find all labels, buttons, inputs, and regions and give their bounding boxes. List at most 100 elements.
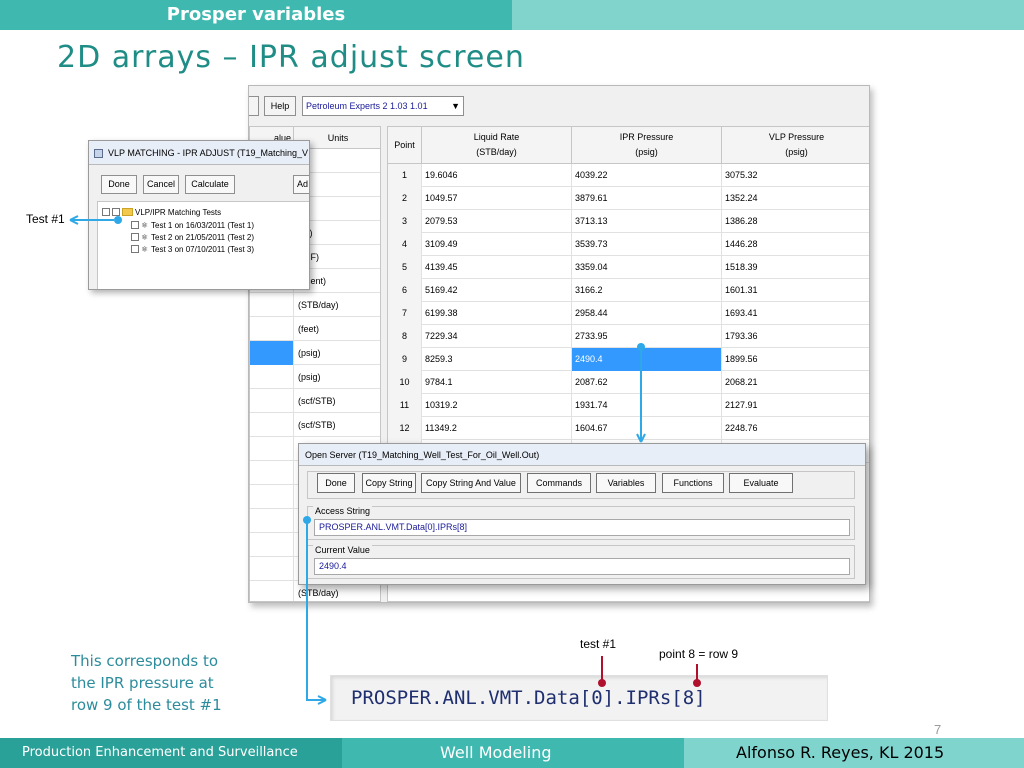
- point-cell[interactable]: 11: [388, 394, 422, 417]
- ipr-pressure-cell[interactable]: 1931.74: [572, 394, 722, 417]
- liquid-rate-cell[interactable]: 19.6046: [422, 164, 572, 187]
- vlp-pressure-cell[interactable]: 1793.36: [722, 325, 869, 348]
- point-cell[interactable]: 7: [388, 302, 422, 325]
- table-row[interactable]: 9 8259.3 2490.4 1899.56: [388, 348, 869, 371]
- vlp-pressure-cell[interactable]: 2068.21: [722, 371, 869, 394]
- liquid-rate-cell[interactable]: 1049.57: [422, 187, 572, 210]
- liquid-rate-cell[interactable]: 6199.38: [422, 302, 572, 325]
- vlp-pressure-cell[interactable]: 2248.76: [722, 417, 869, 440]
- ipr-pressure-cell[interactable]: 2733.95: [572, 325, 722, 348]
- ipr-pressure-cell[interactable]: 3713.13: [572, 210, 722, 233]
- table-row[interactable]: 2019588.9-13278.14: [388, 601, 870, 602]
- value-cell[interactable]: [250, 509, 294, 533]
- vlp-pressure-cell[interactable]: 1899.56: [722, 348, 869, 371]
- point-cell[interactable]: 10: [388, 371, 422, 394]
- point-cell[interactable]: 3: [388, 210, 422, 233]
- left-grid-row[interactable]: (psig): [250, 365, 380, 389]
- left-grid-row[interactable]: (STB/day): [250, 293, 380, 317]
- table-row[interactable]: 6 5169.42 3166.2 1601.31: [388, 279, 869, 302]
- table-row[interactable]: 3 2079.53 3713.13 1386.28: [388, 210, 869, 233]
- table-row[interactable]: 12 11349.2 1604.67 2248.76: [388, 417, 869, 440]
- value-cell[interactable]: [250, 461, 294, 485]
- current-value-field[interactable]: 2490.4: [314, 558, 850, 575]
- point-cell[interactable]: 12: [388, 417, 422, 440]
- point-cell[interactable]: 4: [388, 233, 422, 256]
- ipr-pressure-cell[interactable]: 2490.4: [572, 348, 722, 371]
- value-cell[interactable]: [250, 413, 294, 437]
- vlp-pressure-cell[interactable]: 3278.14: [722, 601, 870, 602]
- version-select[interactable]: Petroleum Experts 2 1.03 1.01 ▼: [302, 96, 464, 116]
- ipr-pressure-cell[interactable]: 1604.67: [572, 417, 722, 440]
- point-cell[interactable]: 9: [388, 348, 422, 371]
- value-cell[interactable]: [250, 365, 294, 389]
- variables-button[interactable]: Variables: [596, 473, 656, 493]
- tree-item-test-3[interactable]: ⚛ Test 3 on 07/10/2011 (Test 3): [131, 244, 254, 255]
- vlp-pressure-cell[interactable]: 1352.24: [722, 187, 869, 210]
- vlp-pressure-cell[interactable]: 2127.91: [722, 394, 869, 417]
- table-row[interactable]: 4 3109.49 3539.73 1446.28: [388, 233, 869, 256]
- ipr-pressure-cell[interactable]: 4039.22: [572, 164, 722, 187]
- vlp-pressure-cell[interactable]: 1518.39: [722, 256, 869, 279]
- value-cell[interactable]: [250, 317, 294, 341]
- ipr-pressure-cell[interactable]: -1: [572, 601, 722, 602]
- ipr-pressure-cell[interactable]: 3166.2: [572, 279, 722, 302]
- liquid-rate-cell[interactable]: 5169.42: [422, 279, 572, 302]
- copy-string-button[interactable]: Copy String: [362, 473, 416, 493]
- left-grid-row[interactable]: (scf/STB): [250, 389, 380, 413]
- vlp-pressure-cell[interactable]: 1601.31: [722, 279, 869, 302]
- liquid-rate-cell[interactable]: 3109.49: [422, 233, 572, 256]
- value-cell[interactable]: [250, 533, 294, 557]
- liquid-rate-cell[interactable]: 19588.9: [422, 601, 572, 602]
- value-cell[interactable]: [250, 581, 294, 601]
- toolbar-button-partial[interactable]: [249, 96, 259, 116]
- table-row[interactable]: 11 10319.2 1931.74 2127.91: [388, 394, 869, 417]
- left-grid-row[interactable]: (scf/STB): [250, 413, 380, 437]
- point-cell[interactable]: 20: [388, 601, 422, 602]
- left-grid-row[interactable]: (psig): [250, 341, 380, 365]
- table-row[interactable]: 7 6199.38 2958.44 1693.41: [388, 302, 869, 325]
- point-cell[interactable]: 1: [388, 164, 422, 187]
- point-cell[interactable]: 5: [388, 256, 422, 279]
- vlp-done-button[interactable]: Done: [101, 175, 137, 194]
- access-string-field[interactable]: PROSPER.ANL.VMT.Data[0].IPRs[8]: [314, 519, 850, 536]
- vlp-calculate-button[interactable]: Calculate: [185, 175, 235, 194]
- commands-button[interactable]: Commands: [527, 473, 591, 493]
- value-cell[interactable]: [250, 389, 294, 413]
- tree-item-test-1[interactable]: ⚛ Test 1 on 16/03/2011 (Test 1): [131, 220, 254, 231]
- left-grid-row[interactable]: (feet): [250, 317, 380, 341]
- expand-icon[interactable]: [102, 208, 110, 216]
- evaluate-button[interactable]: Evaluate: [729, 473, 793, 493]
- functions-button[interactable]: Functions: [662, 473, 724, 493]
- ipr-pressure-cell[interactable]: 3359.04: [572, 256, 722, 279]
- vlp-add-button[interactable]: Ad: [293, 175, 309, 194]
- liquid-rate-cell[interactable]: 8259.3: [422, 348, 572, 371]
- vlp-pressure-cell[interactable]: 3075.32: [722, 164, 869, 187]
- table-row[interactable]: 2 1049.57 3879.61 1352.24: [388, 187, 869, 210]
- vlp-pressure-cell[interactable]: 1693.41: [722, 302, 869, 325]
- value-cell[interactable]: [250, 557, 294, 581]
- ipr-pressure-cell[interactable]: 2958.44: [572, 302, 722, 325]
- point-cell[interactable]: 6: [388, 279, 422, 302]
- test-3-checkbox[interactable]: [131, 245, 139, 253]
- vlp-cancel-button[interactable]: Cancel: [143, 175, 179, 194]
- table-row[interactable]: 5 4139.45 3359.04 1518.39: [388, 256, 869, 279]
- liquid-rate-cell[interactable]: 9784.1: [422, 371, 572, 394]
- liquid-rate-cell[interactable]: 7229.34: [422, 325, 572, 348]
- liquid-rate-cell[interactable]: 4139.45: [422, 256, 572, 279]
- table-row[interactable]: 10 9784.1 2087.62 2068.21: [388, 371, 869, 394]
- table-row[interactable]: 8 7229.34 2733.95 1793.36: [388, 325, 869, 348]
- liquid-rate-cell[interactable]: 11349.2: [422, 417, 572, 440]
- vlp-pressure-cell[interactable]: 1386.28: [722, 210, 869, 233]
- value-cell[interactable]: [250, 437, 294, 461]
- help-button[interactable]: Help: [264, 96, 296, 116]
- liquid-rate-cell[interactable]: 2079.53: [422, 210, 572, 233]
- tree-root-checkbox[interactable]: [112, 208, 120, 216]
- tree-item-test-2[interactable]: ⚛ Test 2 on 21/05/2011 (Test 2): [131, 232, 254, 243]
- point-cell[interactable]: 2: [388, 187, 422, 210]
- copy-string-and-value-button[interactable]: Copy String And Value: [421, 473, 521, 493]
- ipr-pressure-cell[interactable]: 3879.61: [572, 187, 722, 210]
- ipr-pressure-cell[interactable]: 3539.73: [572, 233, 722, 256]
- vlp-pressure-cell[interactable]: 1446.28: [722, 233, 869, 256]
- test-1-checkbox[interactable]: [131, 221, 139, 229]
- point-cell[interactable]: 8: [388, 325, 422, 348]
